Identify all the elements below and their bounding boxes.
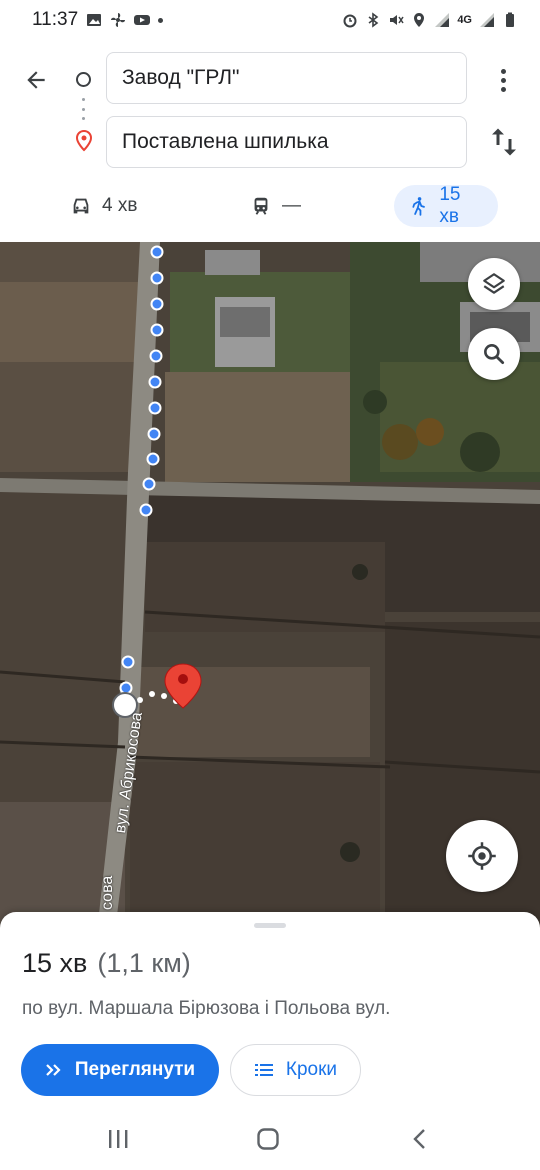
double-chevron-icon	[46, 1064, 61, 1076]
route-connector	[82, 98, 85, 120]
walk-icon	[412, 197, 425, 216]
search-icon	[484, 344, 505, 365]
gallery-icon	[87, 14, 102, 26]
back-button[interactable]	[18, 62, 54, 98]
street-label-partial: сова	[99, 875, 116, 910]
layers-icon	[483, 273, 505, 294]
bluetooth-icon	[368, 12, 379, 28]
youtube-icon	[134, 15, 151, 25]
network-type: 4G	[457, 14, 472, 26]
mute-icon	[390, 15, 404, 25]
car-icon	[73, 198, 89, 214]
mode-transit-time: —	[282, 195, 301, 216]
steps-button-label: Кроки	[285, 1059, 338, 1080]
travel-modes: 4 хв — 15 хв	[0, 184, 540, 227]
home-icon	[257, 1128, 279, 1150]
route-duration: 15 хв	[22, 948, 88, 978]
directions-header: Завод "ГРЛ" Поставлена шпилька 4 хв — 15…	[0, 40, 540, 242]
route-distance: (1,1 км)	[97, 948, 191, 978]
fan-icon	[111, 13, 126, 27]
notification-dot-icon	[158, 17, 164, 23]
swap-button[interactable]	[486, 124, 522, 160]
signal-icon-2	[480, 13, 494, 27]
train-icon	[254, 197, 268, 215]
system-nav-bar	[0, 1110, 540, 1170]
signal-icon	[435, 13, 450, 27]
recent-apps-button[interactable]	[98, 1124, 138, 1154]
battery-icon	[506, 12, 514, 27]
destination-pin-icon	[75, 130, 93, 152]
mode-transit[interactable]: —	[236, 185, 315, 227]
my-location-icon	[468, 842, 496, 870]
home-button[interactable]	[248, 1124, 288, 1154]
mode-drive-time: 4 хв	[102, 195, 138, 216]
origin-input[interactable]: Завод "ГРЛ"	[106, 52, 467, 104]
more-options-button[interactable]	[488, 62, 518, 98]
recent-apps-icon	[109, 1130, 128, 1148]
mode-walk-time: 15 хв	[439, 184, 461, 227]
origin-circle-icon	[76, 72, 91, 87]
more-vert-icon	[500, 68, 506, 74]
search-along-route-button[interactable]	[468, 328, 520, 380]
layers-button[interactable]	[468, 258, 520, 310]
list-icon	[254, 1064, 273, 1076]
nav-back-icon	[413, 1129, 425, 1149]
swap-icon	[492, 128, 516, 156]
map-view[interactable]: вул. Абрикосова сова	[0, 242, 540, 932]
route-via: по вул. Маршала Бірюзова і Польова вул.	[22, 998, 391, 1019]
nav-back-button[interactable]	[400, 1124, 440, 1154]
steps-button[interactable]: Кроки	[230, 1044, 361, 1096]
sheet-drag-handle[interactable]	[254, 923, 286, 928]
destination-input[interactable]: Поставлена шпилька	[106, 116, 467, 168]
location-icon	[414, 13, 425, 27]
preview-button[interactable]: Переглянути	[21, 1044, 219, 1096]
my-location-button[interactable]	[446, 820, 518, 892]
mode-drive[interactable]: 4 хв	[56, 185, 151, 227]
status-bar: 11:37 4G	[0, 0, 540, 40]
back-arrow-icon	[27, 71, 45, 89]
preview-button-label: Переглянути	[74, 1059, 196, 1080]
alarm-icon	[343, 14, 357, 28]
mode-walk[interactable]: 15 хв	[394, 184, 498, 227]
route-summary: 15 хв (1,1 км)	[22, 948, 191, 979]
status-time: 11:37	[32, 9, 79, 30]
